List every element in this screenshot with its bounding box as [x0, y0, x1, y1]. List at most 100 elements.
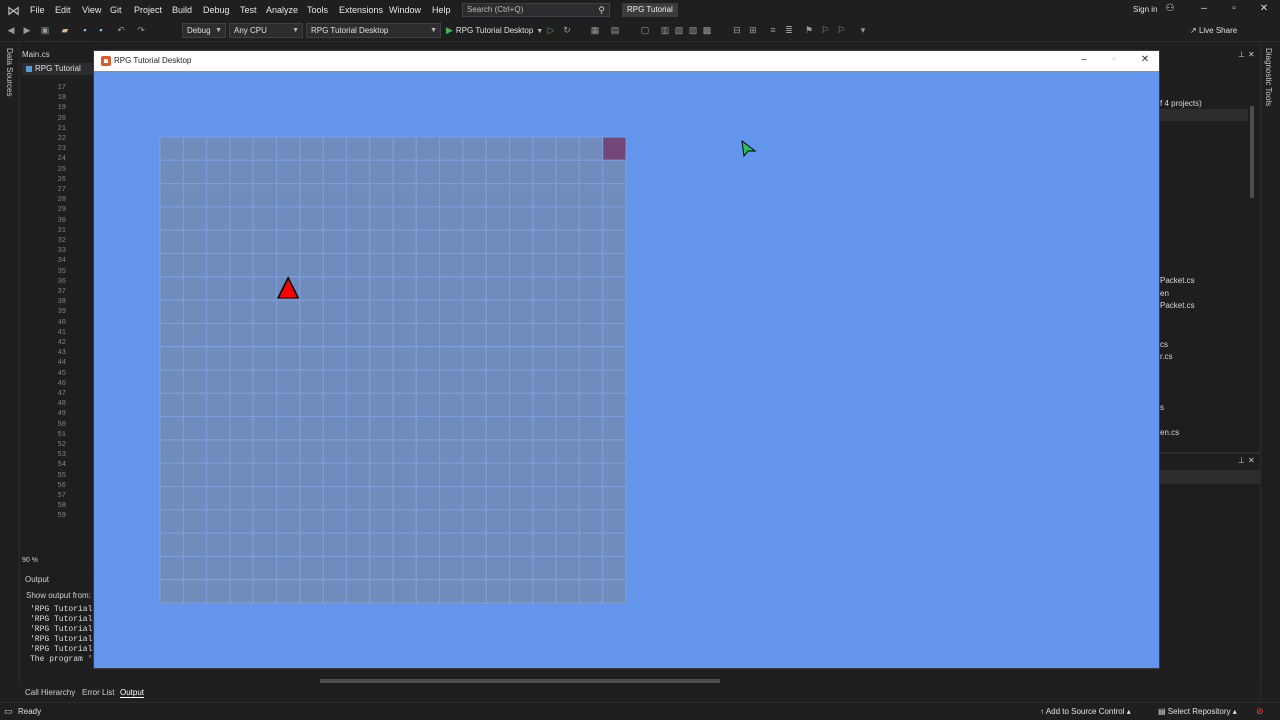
bookmark-next-icon[interactable]: ⚐	[836, 25, 846, 35]
save-all-icon[interactable]: ▪	[96, 25, 106, 35]
menu-view[interactable]: View	[82, 5, 101, 16]
solution-item[interactable]: Packet.cs	[1160, 301, 1195, 310]
browser-link-icon[interactable]: ▦	[590, 25, 600, 35]
indent-icon[interactable]: ≡	[768, 25, 778, 35]
redo-icon[interactable]: ↷	[136, 25, 146, 35]
solution-item[interactable]: Packet.cs	[1160, 276, 1195, 285]
grid-tile	[555, 183, 580, 208]
scrollbar-thumb[interactable]	[1250, 106, 1254, 198]
hot-reload-icon[interactable]: ↻	[562, 25, 572, 35]
pin-icon[interactable]: ⊥	[1238, 50, 1245, 59]
tab-error-list[interactable]: Error List	[82, 688, 114, 697]
menu-project[interactable]: Project	[134, 5, 162, 16]
solution-item[interactable]: s	[1160, 403, 1164, 412]
solution-header[interactable]: f 4 projects)	[1160, 99, 1202, 108]
maximize-icon[interactable]: ▫	[1227, 3, 1241, 14]
grid-tile	[439, 486, 464, 511]
minimize-icon[interactable]: –	[1197, 3, 1211, 14]
diagnostic-tools-tab[interactable]: Diagnostic Tools	[1264, 48, 1273, 106]
scrollbar-thumb[interactable]	[320, 679, 720, 683]
grid-tile	[462, 486, 487, 511]
start-without-debugging-icon[interactable]: ▷	[546, 25, 556, 35]
solution-item[interactable]: cs	[1160, 340, 1168, 349]
visual-studio-logo-icon[interactable]: ⋈	[7, 4, 23, 17]
tab-main-cs[interactable]: Main.cs	[22, 50, 50, 62]
close-icon[interactable]: ✕	[1138, 54, 1152, 65]
align-icon[interactable]: ⊞	[748, 25, 758, 35]
forward-icon[interactable]: ▶	[22, 25, 32, 35]
startup-project-select[interactable]: RPG Tutorial Desktop ▼	[306, 23, 441, 38]
platform-select[interactable]: Any CPU ▼	[229, 23, 303, 38]
properties-selector[interactable]	[1160, 470, 1260, 484]
horizontal-scrollbar[interactable]	[95, 677, 1025, 685]
grid-tile	[485, 416, 511, 441]
grid-tile	[555, 276, 580, 301]
grid-tile	[252, 299, 277, 324]
menu-tools[interactable]: Tools	[307, 5, 328, 16]
toolbar-icon[interactable]: ▧	[674, 25, 684, 35]
live-share-button[interactable]: ↗ Live Share	[1190, 26, 1237, 35]
menu-window[interactable]: Window	[389, 5, 421, 16]
grid-tile	[345, 299, 371, 324]
monogame-icon	[101, 56, 111, 66]
menu-edit[interactable]: Edit	[55, 5, 71, 16]
menu-help[interactable]: Help	[432, 5, 451, 16]
tab-output[interactable]: Output	[120, 688, 145, 698]
sign-in-link[interactable]: Sign in	[1133, 5, 1157, 14]
line-number: 34	[57, 257, 66, 266]
add-to-source-control-button[interactable]: ↑ Add to Source Control ▴	[1040, 707, 1131, 716]
new-project-icon[interactable]: ▣	[40, 25, 50, 35]
grid-tile	[276, 392, 301, 418]
menu-test[interactable]: Test	[240, 5, 257, 16]
open-folder-icon[interactable]: ▰	[60, 25, 70, 35]
chevron-down-icon: ▼	[292, 27, 299, 34]
outdent-icon[interactable]: ≣	[784, 25, 794, 35]
menu-extensions[interactable]: Extensions	[339, 5, 383, 16]
back-icon[interactable]: ◀	[6, 25, 16, 35]
menu-git[interactable]: Git	[110, 5, 122, 16]
align-icon[interactable]: ⊟	[732, 25, 742, 35]
search-input[interactable]: Search (Ctrl+Q) ⚲	[462, 3, 610, 17]
close-icon[interactable]: ✕	[1248, 456, 1255, 465]
editor-project-dropdown[interactable]: RPG Tutorial	[22, 63, 94, 75]
account-icon[interactable]: ⚇	[1163, 3, 1177, 14]
close-icon[interactable]: ✕	[1257, 3, 1271, 14]
grid-tile	[369, 206, 394, 231]
solution-item[interactable]: en	[1160, 289, 1169, 298]
toolbar-icon[interactable]: ▨	[688, 25, 698, 35]
solution-item[interactable]: r.cs	[1160, 352, 1172, 361]
game-title-bar[interactable]: RPG Tutorial Desktop – ▫ ✕	[94, 51, 1159, 71]
tab-call-hierarchy[interactable]: Call Hierarchy	[25, 688, 75, 697]
start-debugging-button[interactable]: ▶ RPG Tutorial Desktop ▼	[446, 24, 543, 38]
close-icon[interactable]: ✕	[1248, 50, 1255, 59]
toolbar-icon[interactable]: ▥	[660, 25, 670, 35]
menu-analyze[interactable]: Analyze	[266, 5, 298, 16]
menu-debug[interactable]: Debug	[203, 5, 230, 16]
bookmark-icon[interactable]: ⚑	[804, 25, 814, 35]
bookmark-prev-icon[interactable]: ⚐	[820, 25, 830, 35]
grid-tile	[229, 416, 254, 441]
toolbar-icon[interactable]: ▩	[702, 25, 712, 35]
grid-tile	[229, 136, 254, 161]
game-window[interactable]: RPG Tutorial Desktop – ▫ ✕	[93, 50, 1160, 669]
minimize-icon[interactable]: –	[1077, 54, 1091, 65]
game-viewport[interactable]	[94, 71, 1159, 668]
save-icon[interactable]: ▪	[80, 25, 90, 35]
menu-file[interactable]: File	[30, 5, 45, 16]
grid-tile	[602, 579, 627, 604]
layout-icon[interactable]: ▤	[610, 25, 620, 35]
grid-tile	[229, 276, 254, 301]
undo-icon[interactable]: ↶	[116, 25, 126, 35]
configuration-select[interactable]: Debug ▼	[182, 23, 226, 38]
toolbar-overflow-icon[interactable]: ▾	[858, 25, 868, 35]
game-canvas[interactable]	[94, 71, 1159, 668]
grid-tile	[276, 555, 301, 581]
select-repository-button[interactable]: ▤ Select Repository ▴	[1158, 707, 1237, 716]
zoom-level[interactable]: 90 %	[22, 557, 38, 564]
toolbar-icon[interactable]: ▢	[640, 25, 650, 35]
data-sources-tab[interactable]: Data Sources	[5, 48, 14, 96]
notifications-icon[interactable]: ⊘	[1256, 706, 1264, 717]
solution-item[interactable]: en.cs	[1160, 428, 1179, 437]
menu-build[interactable]: Build	[172, 5, 192, 16]
pin-icon[interactable]: ⊥	[1238, 456, 1245, 465]
